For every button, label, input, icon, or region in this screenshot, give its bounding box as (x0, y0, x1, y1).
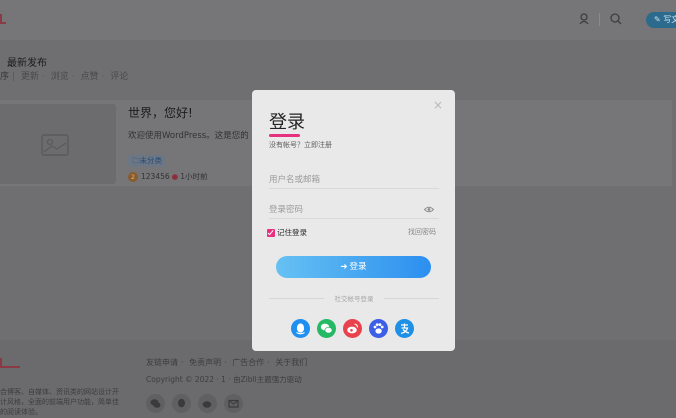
footer-separator: · (181, 358, 184, 367)
footer-email-button[interactable] (224, 394, 243, 413)
folder-icon: 🗀 (132, 156, 140, 165)
footer-separator: · (224, 358, 227, 367)
sort-prefix: 序 (0, 72, 10, 82)
weibo-icon (347, 323, 359, 334)
weibo-icon (202, 401, 212, 408)
modal-title: 登录 (269, 112, 305, 133)
login-button[interactable]: ➜ 登录 (276, 256, 431, 278)
wechat-login-button[interactable] (317, 319, 336, 338)
username-input[interactable] (269, 171, 439, 189)
sort-option-likes[interactable]: 点赞 (80, 72, 98, 82)
footer-social (146, 394, 250, 417)
alipay-icon (400, 323, 410, 335)
footer-separator: · (267, 358, 270, 367)
eye-icon[interactable] (424, 206, 434, 213)
post-title[interactable]: 世界，您好! (128, 104, 193, 121)
top-navbar: ✎ 写文 (0, 0, 676, 40)
write-post-label: 写文 (663, 15, 676, 24)
author-avatar[interactable]: 2 (128, 172, 138, 182)
category-label: 未分类 (139, 156, 163, 165)
forgot-password-link[interactable]: 找回密码 (408, 227, 436, 237)
register-link[interactable]: 立即注册 (304, 141, 332, 149)
sort-separator: | (12, 72, 16, 82)
footer-qq-button[interactable] (172, 394, 191, 413)
baidu-icon (373, 323, 384, 334)
weibo-login-button[interactable] (343, 319, 362, 338)
wechat-icon (320, 323, 333, 334)
image-placeholder-icon (41, 134, 69, 156)
post-meta: 2 123456 ● 1小时前 (128, 171, 207, 182)
close-icon[interactable]: × (433, 99, 443, 111)
remember-login[interactable]: 记住登录 (267, 227, 307, 238)
password-input[interactable] (269, 201, 439, 219)
footer-logo (0, 358, 20, 368)
footer-link-about[interactable]: 关于我们 (275, 358, 307, 367)
remember-label: 记住登录 (277, 228, 307, 237)
post-excerpt: 欢迎使用WordPress。这是您的 (128, 131, 249, 141)
footer: 合博客、自媒体、资讯类的网站设计开计风格，全面的前端用户功能，简单佳的阅读体验。… (0, 340, 676, 418)
email-icon (228, 399, 239, 408)
no-account-text: 没有帐号？ (269, 141, 304, 149)
sort-option-updated[interactable]: 更新 (21, 72, 39, 82)
footer-link-friend[interactable]: 友链申请 (146, 358, 178, 367)
login-modal: × 登录 没有帐号？立即注册 记住登录 找回密码 ➜登录 社交帐号登录 (252, 90, 455, 351)
category-tag[interactable]: 🗀未分类 (128, 155, 166, 167)
navbar-divider (599, 13, 600, 26)
social-login-divider: 社交帐号登录 (269, 293, 439, 303)
sort-separator: · (71, 72, 75, 82)
qq-icon (296, 323, 305, 335)
footer-link-disclaimer[interactable]: 免责声明 (189, 358, 221, 367)
dot-icon: ● (171, 172, 179, 181)
post-time: 1小时前 (180, 172, 208, 181)
qq-icon (178, 398, 185, 408)
footer-copyright: Copyright © 2022 · 1 · 由Zibll主题强力驱动 (146, 375, 302, 384)
title-underline (269, 134, 300, 137)
footer-links: 友链申请 · 免责声明 · 广告合作 · 关于我们 (146, 357, 307, 368)
write-post-button[interactable]: ✎ 写文 (646, 12, 676, 28)
login-icon: ➜ (340, 262, 348, 272)
alipay-login-button[interactable] (395, 319, 414, 338)
login-button-label: 登录 (349, 262, 367, 272)
footer-link-ads[interactable]: 广告合作 (232, 358, 264, 367)
section-title: 最新发布 (7, 58, 47, 69)
site-logo[interactable] (0, 14, 6, 24)
post-thumbnail[interactable] (0, 104, 116, 184)
sort-option-views[interactable]: 浏览 (51, 72, 69, 82)
sort-bar: 序 | 更新 · 浏览 · 点赞 · 评论 (0, 69, 128, 82)
author-name[interactable]: 123456 (141, 172, 170, 181)
footer-wechat-button[interactable] (146, 394, 165, 413)
wechat-icon (150, 399, 161, 408)
user-icon[interactable] (577, 12, 591, 26)
register-prompt: 没有帐号？立即注册 (269, 140, 332, 150)
baidu-login-button[interactable] (369, 319, 388, 338)
sort-option-comments[interactable]: 评论 (110, 72, 128, 82)
remember-checkbox[interactable] (267, 229, 275, 237)
divider-line (384, 298, 439, 299)
sort-separator: · (41, 72, 45, 82)
sort-separator: · (101, 72, 105, 82)
search-icon[interactable] (609, 12, 623, 26)
footer-description: 合博客、自媒体、资讯类的网站设计开计风格，全面的前端用户功能，简单佳的阅读体验。 (0, 388, 119, 416)
pencil-icon: ✎ (654, 15, 661, 24)
footer-weibo-button[interactable] (198, 394, 217, 413)
qq-login-button[interactable] (291, 319, 310, 338)
